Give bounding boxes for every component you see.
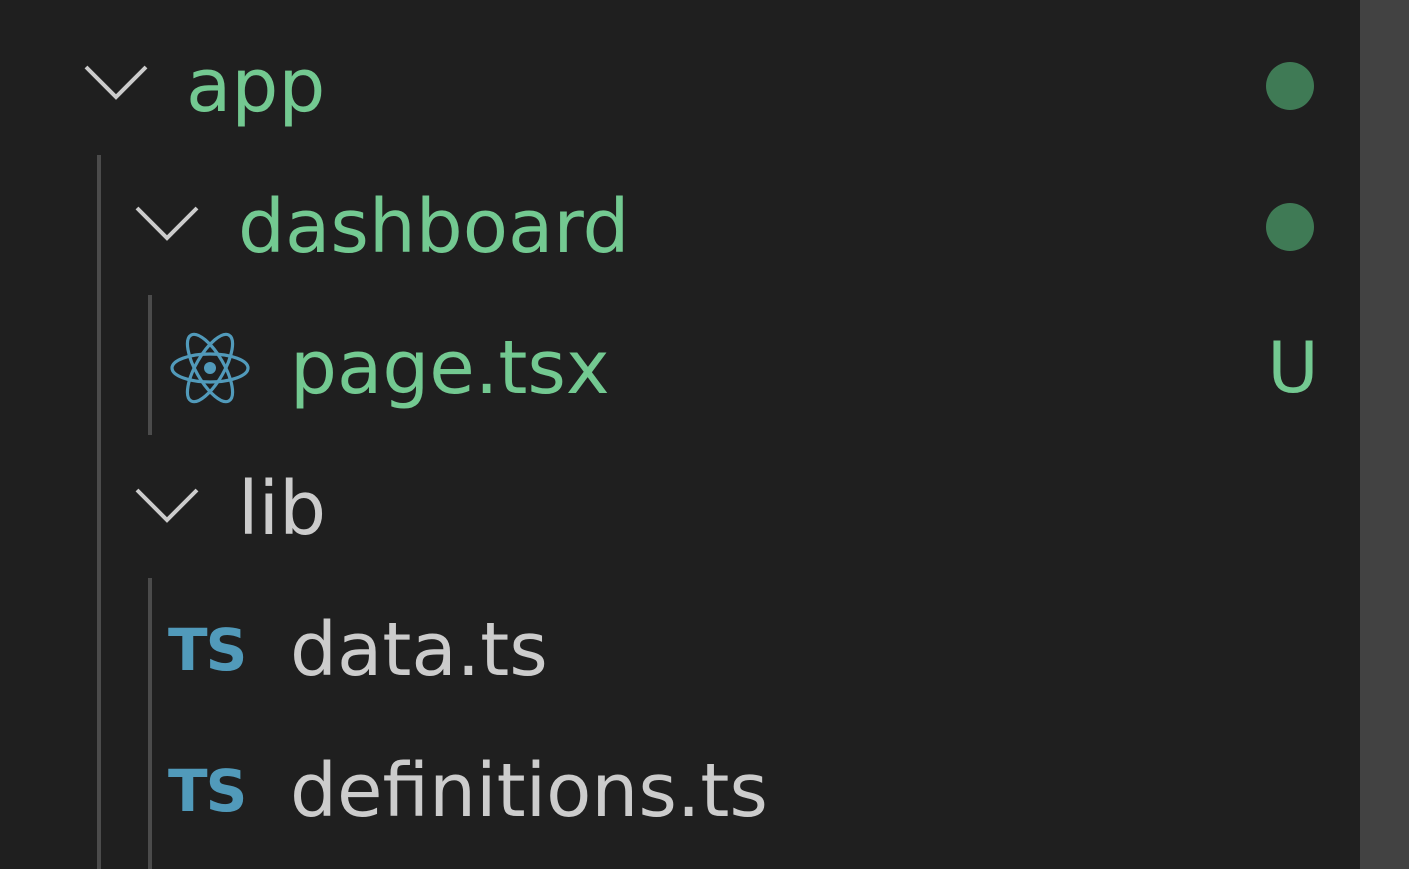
react-icon	[170, 332, 250, 404]
tree-item-file-data-ts[interactable]: TS data.ts	[0, 580, 1360, 720]
vertical-scrollbar[interactable]	[1360, 0, 1409, 869]
file-label-definitions-ts: definitions.ts	[290, 748, 768, 834]
modified-dot-icon	[1266, 203, 1314, 251]
modified-dot-icon	[1266, 62, 1314, 110]
tree-item-folder-lib[interactable]: lib	[0, 439, 1360, 579]
tree-item-file-page-tsx[interactable]: page.tsx U	[0, 298, 1360, 438]
chevron-down-icon[interactable]	[134, 205, 200, 243]
typescript-icon: TS	[168, 757, 247, 825]
file-label-data-ts: data.ts	[290, 607, 548, 693]
typescript-icon: TS	[168, 616, 247, 684]
file-label-page-tsx: page.tsx	[290, 325, 610, 411]
tree-item-file-definitions-ts[interactable]: TS definitions.ts	[0, 721, 1360, 861]
untracked-badge: U	[1267, 327, 1319, 409]
folder-label-lib: lib	[238, 466, 327, 552]
chevron-down-icon[interactable]	[83, 64, 149, 102]
chevron-down-icon[interactable]	[134, 487, 200, 525]
file-explorer: app dashboard page.tsx U lib TS data.ts …	[0, 0, 1409, 869]
tree-item-folder-app[interactable]: app	[0, 16, 1360, 156]
folder-label-app: app	[186, 43, 326, 129]
tree-item-folder-dashboard[interactable]: dashboard	[0, 157, 1360, 297]
folder-label-dashboard: dashboard	[238, 184, 630, 270]
